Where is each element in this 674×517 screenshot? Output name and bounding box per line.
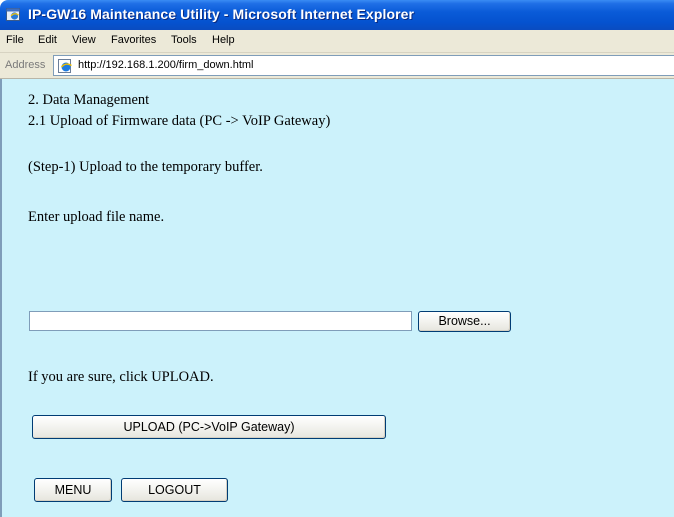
step-text: (Step-1) Upload to the temporary buffer. xyxy=(28,159,263,175)
menu-view[interactable]: View xyxy=(72,34,96,46)
upload-button[interactable]: UPLOAD (PC->VoIP Gateway) xyxy=(32,415,386,439)
browser-window: IP-GW16 Maintenance Utility - Microsoft … xyxy=(0,0,674,517)
menu-bar: File Edit View Favorites Tools Help xyxy=(0,30,674,53)
confirm-text: If you are sure, click UPLOAD. xyxy=(28,369,214,385)
page-subheading: 2.1 Upload of Firmware data (PC -> VoIP … xyxy=(28,113,331,129)
page-heading: 2. Data Management xyxy=(28,92,150,108)
menu-favorites[interactable]: Favorites xyxy=(111,34,156,46)
title-bar: IP-GW16 Maintenance Utility - Microsoft … xyxy=(0,0,674,30)
menu-tools[interactable]: Tools xyxy=(171,34,197,46)
menu-button-label: MENU xyxy=(54,483,92,497)
upload-file-input[interactable] xyxy=(29,311,412,331)
browse-button-label: Browse... xyxy=(438,314,491,328)
page-content: 2. Data Management 2.1 Upload of Firmwar… xyxy=(0,79,674,517)
ie-window-icon xyxy=(6,8,20,21)
menu-help[interactable]: Help xyxy=(212,34,235,46)
menu-edit[interactable]: Edit xyxy=(38,34,57,46)
menu-file[interactable]: File xyxy=(6,34,24,46)
logout-button-label: LOGOUT xyxy=(148,483,201,497)
page-icon xyxy=(58,59,72,73)
browse-button[interactable]: Browse... xyxy=(418,311,511,332)
address-input[interactable]: http://192.168.1.200/firm_down.html xyxy=(53,55,674,76)
address-bar: Address http://192.168.1.200/firm_down.h… xyxy=(0,53,674,79)
address-url: http://192.168.1.200/firm_down.html xyxy=(78,59,254,71)
menu-button[interactable]: MENU xyxy=(34,478,112,502)
logout-button[interactable]: LOGOUT xyxy=(121,478,228,502)
window-title: IP-GW16 Maintenance Utility - Microsoft … xyxy=(28,6,415,22)
upload-button-label: UPLOAD (PC->VoIP Gateway) xyxy=(123,420,295,434)
address-label: Address xyxy=(5,59,46,71)
instruction-text: Enter upload file name. xyxy=(28,209,165,225)
